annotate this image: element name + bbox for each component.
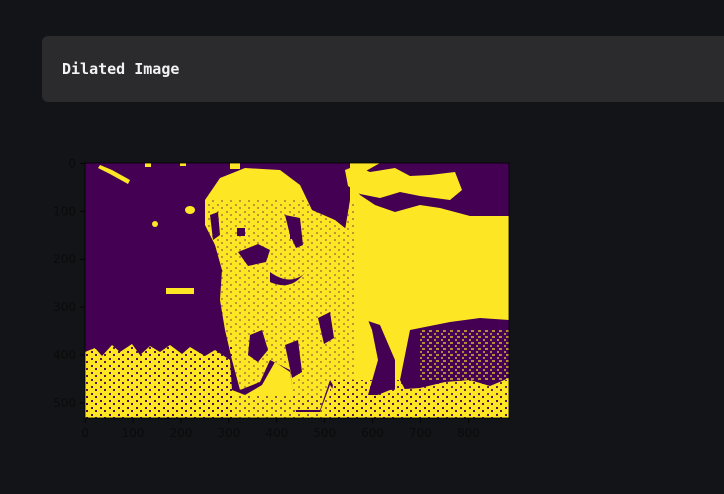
x-tick-label: 200 [170,426,193,440]
x-tick-label: 100 [122,426,145,440]
y-axis: 0 100 200 300 400 500 [53,156,85,410]
x-tick-label: 600 [361,426,384,440]
x-tick-label: 800 [457,426,480,440]
y-tick-label: 200 [53,252,76,266]
x-tick-label: 700 [409,426,432,440]
dilated-mask-image [85,163,509,418]
y-tick-label: 300 [53,300,76,314]
x-tick-label: 500 [313,426,336,440]
y-tick-label: 500 [53,396,76,410]
y-tick-label: 400 [53,348,76,362]
x-axis: 0 100 200 300 400 500 600 700 800 [81,418,480,440]
x-tick-label: 0 [81,426,89,440]
y-tick-label: 100 [53,204,76,218]
image-plot: 0 100 200 300 400 500 0 100 200 300 400 … [53,156,510,440]
x-tick-label: 300 [217,426,240,440]
x-tick-label: 400 [265,426,288,440]
y-tick-label: 0 [68,156,76,170]
